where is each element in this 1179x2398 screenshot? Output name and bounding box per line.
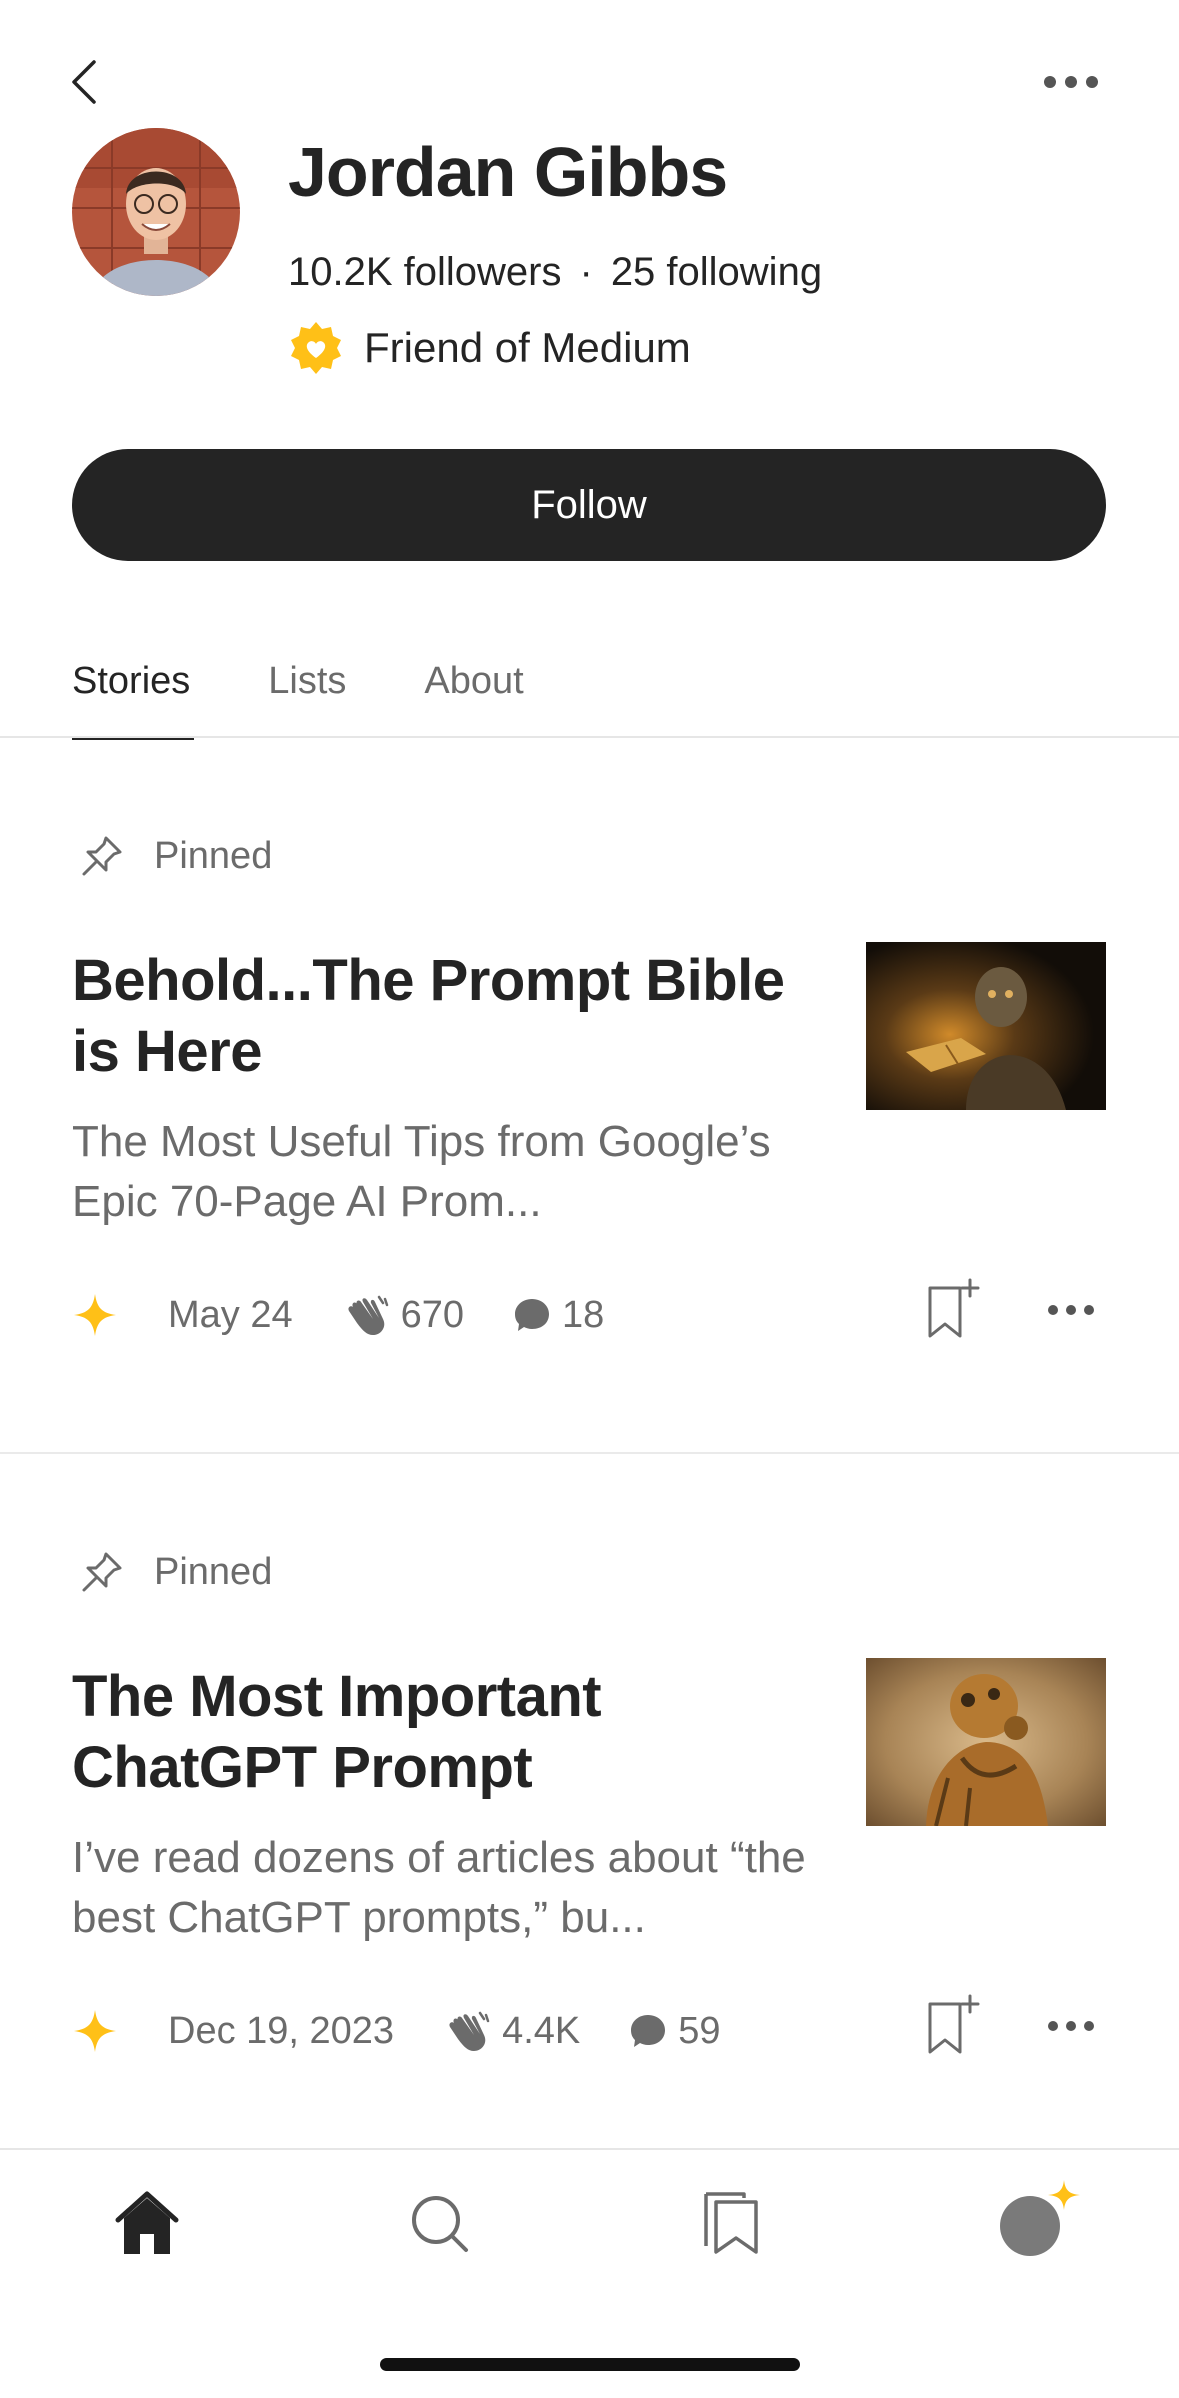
- tab-lists[interactable]: Lists: [268, 660, 346, 740]
- story-thumbnail[interactable]: [866, 942, 1106, 1110]
- clap-count[interactable]: 670: [343, 1293, 464, 1337]
- story-title[interactable]: The Most Important ChatGPT Prompt: [72, 1661, 772, 1803]
- response-icon: [515, 1299, 550, 1331]
- story-more-button[interactable]: [1046, 1298, 1096, 1327]
- bookmark-add-button[interactable]: [924, 1278, 984, 1347]
- more-icon: [1048, 2021, 1094, 2031]
- follow-button[interactable]: Follow: [72, 449, 1106, 561]
- avatar: [72, 128, 240, 296]
- clap-count-value: 670: [400, 1293, 465, 1336]
- stats-separator: ·: [579, 250, 593, 294]
- pin-icon: [82, 1552, 122, 1592]
- friend-badge-icon: [291, 322, 341, 374]
- more-options-button[interactable]: [1040, 64, 1102, 100]
- response-count-value: 59: [678, 2009, 721, 2052]
- tab-stories[interactable]: Stories: [72, 660, 195, 740]
- nav-search-button[interactable]: [408, 2192, 472, 2261]
- story-more-button[interactable]: [1046, 2014, 1096, 2043]
- home-icon: [115, 2191, 179, 2254]
- story-date: Dec 19, 2023: [168, 2009, 395, 2052]
- followers-count[interactable]: 10.2K followers: [288, 250, 561, 294]
- story-date: May 24: [168, 1293, 293, 1336]
- response-icon: [631, 2015, 666, 2047]
- bookmark-add-icon: [928, 1278, 980, 1338]
- pinned-indicator: Pinned: [78, 1548, 272, 1596]
- pinned-label: Pinned: [154, 1550, 273, 1593]
- profile-tabs: Stories Lists About: [72, 660, 602, 740]
- search-icon: [412, 2196, 468, 2252]
- response-count[interactable]: 59: [628, 2009, 721, 2053]
- friend-badge: Friend of Medium: [288, 318, 691, 378]
- story-meta: May 24 670 18: [72, 1292, 604, 1338]
- more-icon: [1044, 76, 1098, 88]
- pin-icon: [82, 836, 122, 876]
- story-title[interactable]: Behold...The Prompt Bible is Here: [72, 945, 812, 1087]
- member-star-icon: [74, 2010, 116, 2052]
- back-button[interactable]: [66, 56, 106, 108]
- story-subtitle: I’ve read dozens of articles about “the …: [72, 1833, 806, 1942]
- bookmark-add-button[interactable]: [924, 1994, 984, 2063]
- library-icon: [704, 2192, 758, 2254]
- tabs-divider: [0, 736, 1179, 738]
- nav-library-button[interactable]: [702, 2190, 762, 2261]
- following-count[interactable]: 25 following: [611, 250, 822, 294]
- nav-profile-button[interactable]: [996, 2178, 1086, 2263]
- profile-icon: [1000, 2180, 1080, 2256]
- story-subtitle: The Most Useful Tips from Google’s Epic …: [72, 1117, 771, 1226]
- clap-icon: [348, 1295, 388, 1335]
- bookmark-add-icon: [928, 1994, 980, 2054]
- response-count[interactable]: 18: [512, 1294, 604, 1337]
- pinned-indicator: Pinned: [78, 832, 272, 880]
- story-meta: Dec 19, 2023 4.4K 59: [72, 2008, 721, 2054]
- nav-home-button[interactable]: [114, 2190, 180, 2261]
- follow-stats: 10.2K followers · 25 following: [288, 250, 822, 295]
- clap-count[interactable]: 4.4K: [444, 2009, 580, 2053]
- pinned-label: Pinned: [154, 834, 273, 877]
- story-divider: [0, 1452, 1179, 1454]
- response-count-value: 18: [562, 1293, 605, 1336]
- more-icon: [1048, 1305, 1094, 1315]
- clap-count-value: 4.4K: [502, 2009, 581, 2052]
- back-icon: [72, 60, 96, 104]
- member-star-icon: [74, 1294, 116, 1336]
- clap-icon: [449, 2011, 490, 2051]
- home-indicator: [380, 2358, 800, 2371]
- tab-about[interactable]: About: [424, 660, 523, 740]
- profile-name: Jordan Gibbs: [288, 133, 728, 211]
- story-thumbnail[interactable]: [866, 1658, 1106, 1826]
- badge-label: Friend of Medium: [364, 324, 691, 371]
